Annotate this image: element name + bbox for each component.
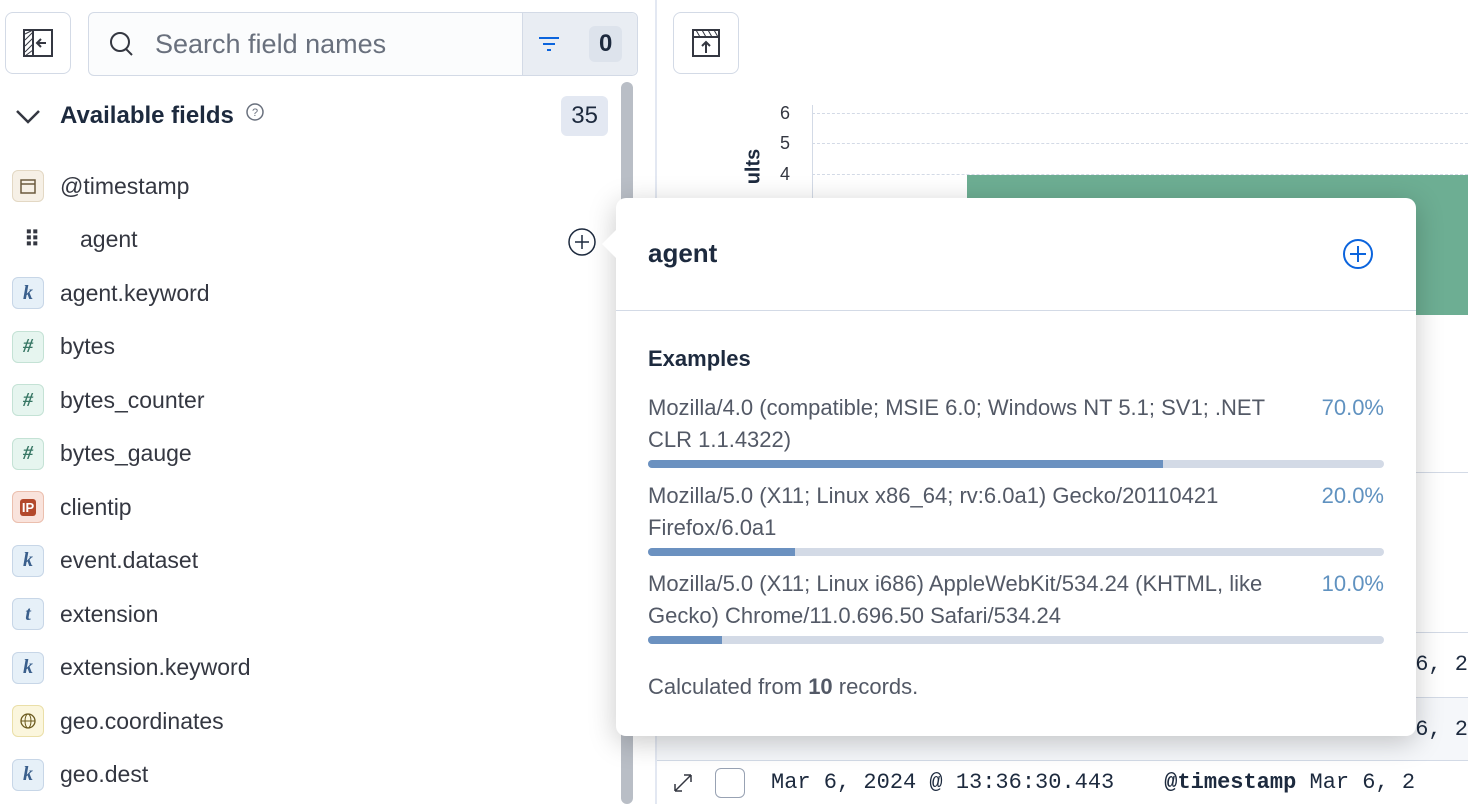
- field-item[interactable]: @timestamp: [12, 166, 189, 206]
- add-field-icon[interactable]: [567, 227, 597, 257]
- example-progress: [648, 548, 1384, 556]
- available-fields-header[interactable]: Available fields ? 35: [14, 96, 608, 136]
- svg-text:?: ?: [252, 107, 258, 119]
- example-value: Mozilla/5.0 (X11; Linux i686) AppleWebKi…: [648, 568, 1384, 644]
- example-percent: 20.0%: [1321, 483, 1384, 508]
- question-icon[interactable]: ?: [244, 101, 266, 123]
- field-item[interactable]: t extension: [12, 594, 158, 634]
- available-fields-count: 35: [561, 96, 608, 136]
- field-name: agent: [80, 226, 138, 252]
- field-name: bytes: [60, 333, 115, 359]
- filter-icon: [538, 37, 559, 51]
- number-type-icon: #: [12, 330, 44, 363]
- keyword-type-icon: k: [12, 651, 44, 684]
- filter-count-badge: 0: [588, 26, 623, 62]
- example-value: Mozilla/4.0 (compatible; MSIE 6.0; Windo…: [648, 392, 1384, 468]
- cell-value: 6, 2: [1415, 652, 1468, 677]
- y-tick: 5: [780, 133, 791, 153]
- field-item[interactable]: # bytes_counter: [12, 380, 204, 420]
- examples-heading: Examples: [648, 346, 751, 371]
- y-axis-label: ults: [742, 148, 765, 185]
- field-item[interactable]: k extension.keyword: [12, 648, 251, 688]
- expand-icon[interactable]: [671, 771, 695, 795]
- field-name: @timestamp: [60, 172, 190, 199]
- collapse-sidebar-button[interactable]: [5, 12, 71, 74]
- search-icon: [110, 32, 133, 56]
- field-popover: agent Examples Mozilla/4.0 (compatible; …: [602, 198, 1416, 736]
- drag-handle-icon[interactable]: ⠿: [24, 227, 56, 253]
- field-item[interactable]: geo.coordinates: [12, 701, 224, 741]
- available-fields-title: Available fields: [60, 102, 234, 129]
- field-name: bytes_counter: [60, 386, 205, 413]
- keyword-type-icon: k: [12, 277, 44, 309]
- field-item[interactable]: # bytes: [12, 327, 115, 367]
- keyword-type-icon: k: [12, 544, 44, 577]
- example-progress-fill: [648, 636, 722, 644]
- field-item[interactable]: ⠿ agent: [12, 220, 138, 260]
- example-progress: [648, 636, 1384, 644]
- globe-icon: [12, 705, 44, 737]
- field-name: extension: [60, 600, 159, 627]
- calendar-icon: [12, 170, 44, 202]
- field-item[interactable]: IP clientip: [12, 487, 132, 527]
- field-name: clientip: [60, 493, 132, 520]
- example-progress: [648, 460, 1384, 468]
- example-progress-fill: [648, 548, 796, 556]
- expand-chart-button[interactable]: [673, 12, 739, 74]
- example-label: Mozilla/4.0 (compatible; MSIE 6.0; Windo…: [648, 395, 1265, 452]
- field-name: geo.dest: [60, 761, 149, 787]
- field-name: agent.keyword: [60, 279, 210, 306]
- example-progress-fill: [648, 460, 1164, 468]
- text-type-icon: t: [12, 598, 44, 630]
- field-name: extension.keyword: [60, 654, 251, 680]
- table-row[interactable]: Mar 6, 2024 @ 13:36:30.443 @timestamp Ma…: [657, 760, 1468, 804]
- field-item[interactable]: k agent.keyword: [12, 273, 210, 313]
- cell-value: 6, 2: [1415, 717, 1468, 742]
- ip-type-icon: IP: [12, 491, 44, 523]
- field-item[interactable]: k geo.dest: [12, 755, 148, 795]
- example-label: Mozilla/5.0 (X11; Linux x86_64; rv:6.0a1…: [648, 483, 1219, 540]
- timestamp-cell: Mar 6, 2024 @ 13:36:30.443: [771, 770, 1115, 795]
- collapse-sidebar-icon: [23, 29, 53, 57]
- popover-title: agent: [648, 238, 718, 268]
- panel-icon: [692, 29, 720, 57]
- field-name: event.dataset: [60, 547, 199, 573]
- example-percent: 70.0%: [1321, 395, 1384, 420]
- field-item[interactable]: k event.dataset: [12, 541, 198, 581]
- search-field-names-input[interactable]: [155, 28, 495, 60]
- chevron-down-icon: [16, 110, 40, 124]
- field-type-filter-button[interactable]: 0: [522, 13, 637, 75]
- example-label: Mozilla/5.0 (X11; Linux i686) AppleWebKi…: [648, 571, 1263, 628]
- row-checkbox[interactable]: [715, 767, 745, 798]
- field-name: geo.coordinates: [60, 707, 224, 734]
- field-item[interactable]: # bytes_gauge: [12, 434, 192, 474]
- keyword-type-icon: k: [12, 758, 44, 791]
- y-tick: 4: [780, 164, 791, 184]
- field-search: 0: [88, 12, 638, 76]
- number-type-icon: #: [12, 437, 44, 470]
- number-type-icon: #: [12, 384, 44, 416]
- example-percent: 10.0%: [1321, 571, 1384, 596]
- y-tick: 6: [780, 103, 791, 123]
- calculated-from-text: Calculated from 10 records.: [648, 674, 919, 699]
- example-value: Mozilla/5.0 (X11; Linux x86_64; rv:6.0a1…: [648, 480, 1384, 556]
- document-cell: @timestamp Mar 6, 2: [1164, 770, 1416, 795]
- field-name: bytes_gauge: [60, 440, 192, 466]
- add-field-button-icon[interactable]: [1342, 238, 1374, 270]
